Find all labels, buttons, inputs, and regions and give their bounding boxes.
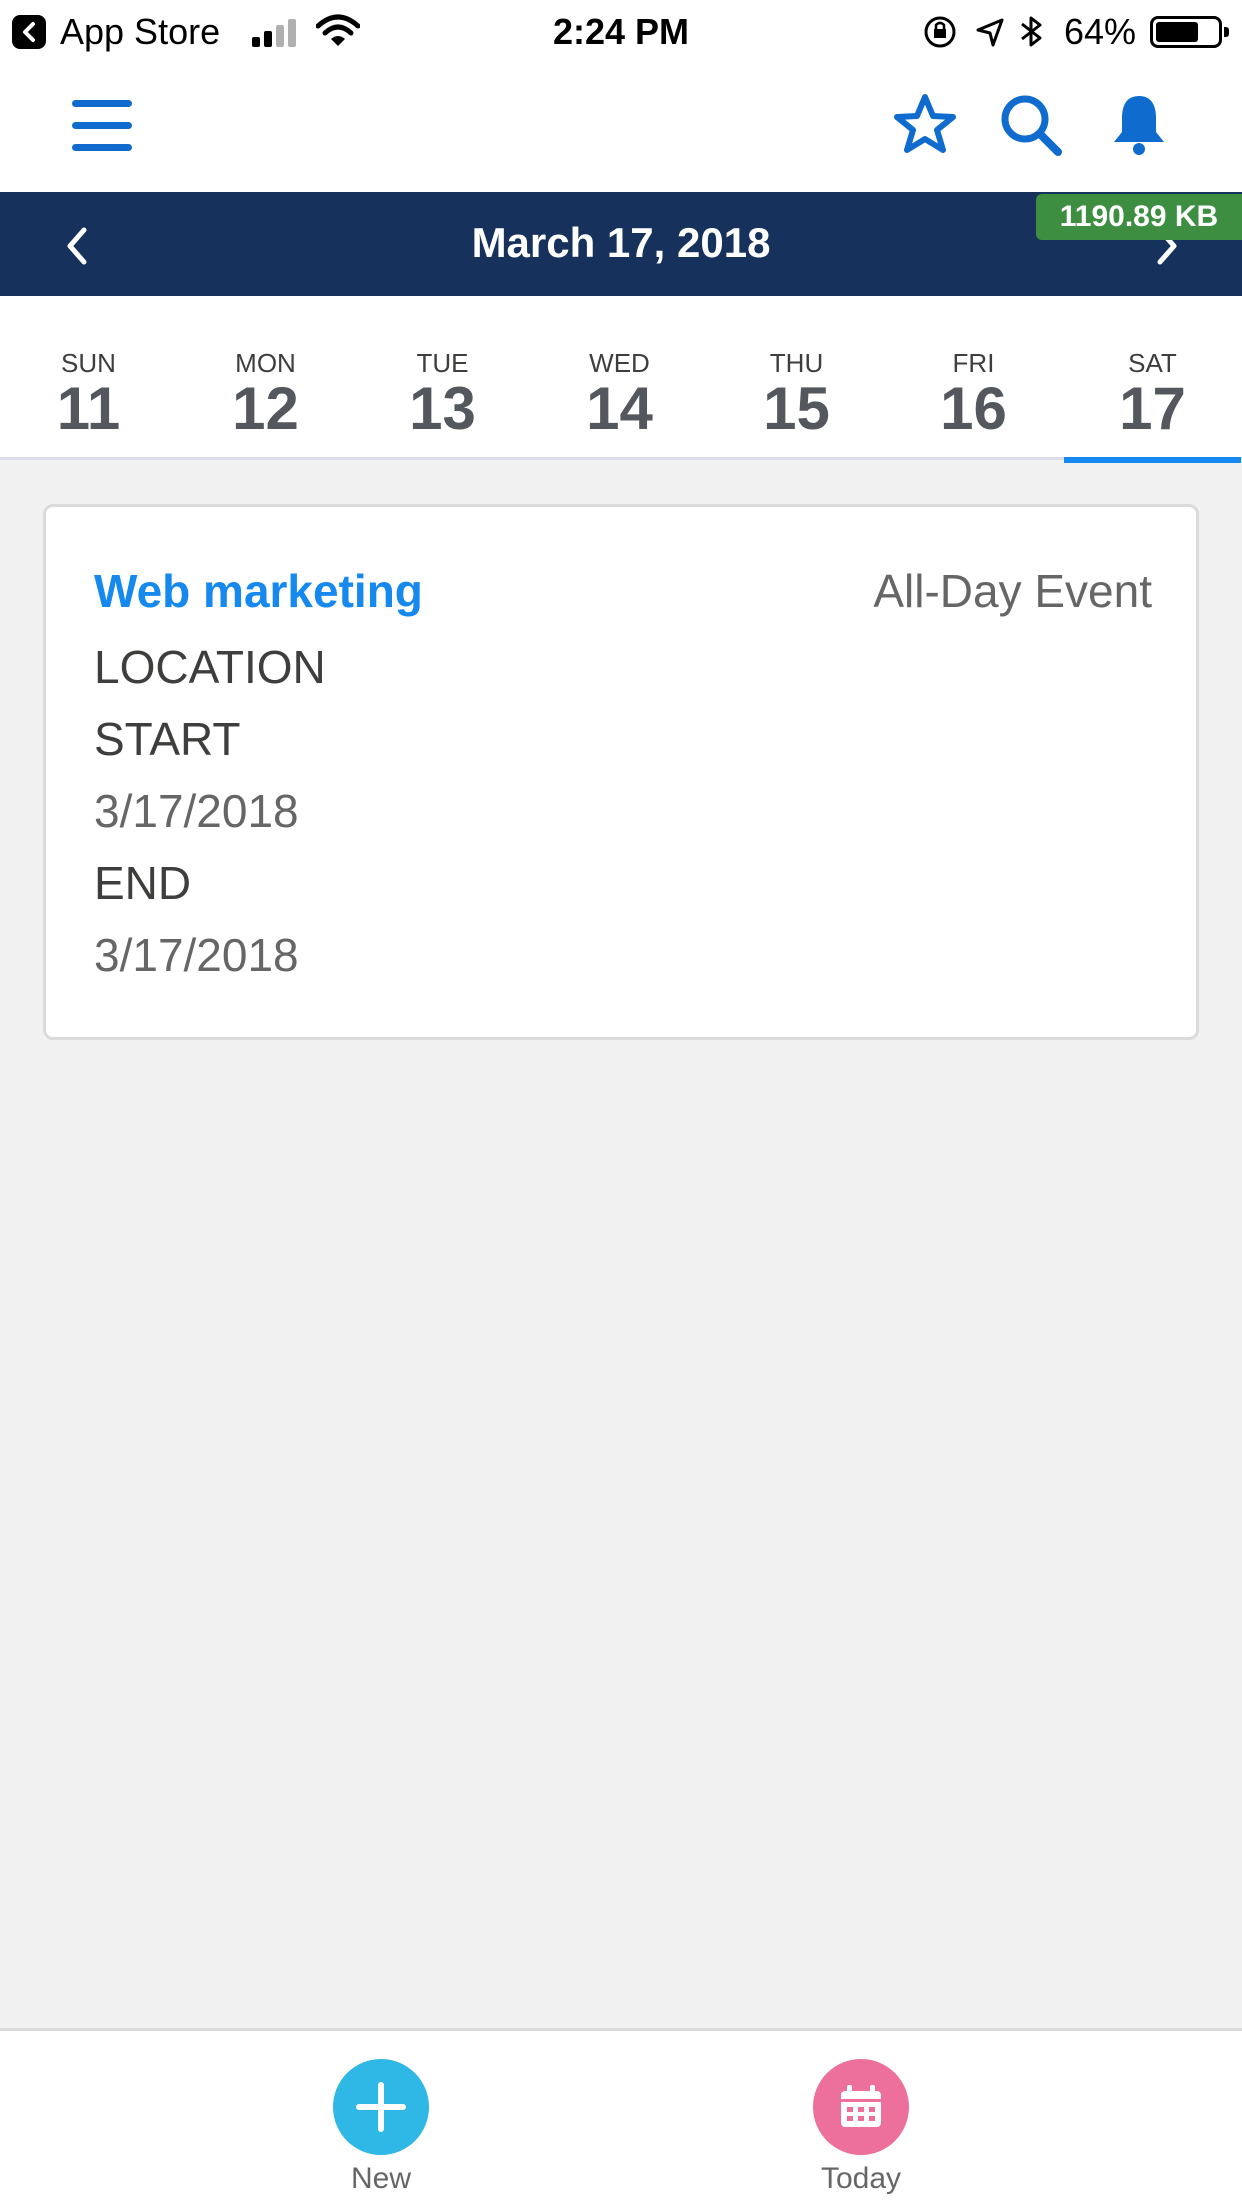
day-wed[interactable]: WED 14 [531,296,708,460]
day-number: 17 [1119,375,1186,442]
selected-day-indicator [1064,457,1241,463]
day-tue[interactable]: TUE 13 [354,296,531,460]
day-sat-selected[interactable]: SAT 17 [1064,296,1241,463]
plus-icon[interactable] [333,2059,429,2155]
event-title[interactable]: Web marketing [94,561,423,621]
star-icon[interactable] [892,92,958,158]
search-icon[interactable] [998,92,1064,158]
memory-size-badge: 1190.89 KB [1036,194,1242,240]
orientation-lock-icon [924,16,956,48]
start-value: 3/17/2018 [94,785,299,837]
battery-percent: 64% [1064,11,1137,52]
day-thu[interactable]: THU 15 [708,296,885,460]
all-day-event-label: All-Day Event [873,565,1152,617]
day-fri[interactable]: FRI 16 [885,296,1062,460]
bottom-action-bar: New Today [0,2028,1242,2208]
day-number: 14 [586,375,653,442]
status-indicators [922,14,1058,55]
event-card[interactable]: Web marketing All-Day Event LOCATION STA… [43,504,1199,1040]
new-event-button[interactable]: New [301,2059,461,2197]
day-number: 16 [940,375,1007,442]
location-label: LOCATION [94,641,326,693]
end-value: 3/17/2018 [94,929,299,981]
calendar-icon[interactable] [813,2059,909,2155]
battery-icon [1150,16,1229,48]
day-number: 15 [763,375,830,442]
status-bar: App Store 2:24 PM 64% [0,0,1242,62]
location-arrow-icon [976,18,1004,47]
day-number: 12 [232,375,299,442]
today-button-label: Today [820,2162,902,2195]
day-number: 11 [56,375,121,442]
today-button[interactable]: Today [781,2059,941,2197]
bell-icon[interactable] [1106,92,1172,158]
start-label: START [94,713,241,765]
app-header [0,62,1242,192]
new-button-label: New [350,2162,411,2195]
end-label: END [94,857,192,909]
week-strip: SUN 11 MON 12 TUE 13 WED 14 THU 15 FRI 1… [0,296,1242,463]
day-number: 13 [409,375,476,442]
day-mon[interactable]: MON 12 [177,296,354,460]
menu-icon[interactable] [72,100,132,152]
day-sun[interactable]: SUN 11 [0,296,177,460]
bluetooth-icon [1021,16,1042,47]
